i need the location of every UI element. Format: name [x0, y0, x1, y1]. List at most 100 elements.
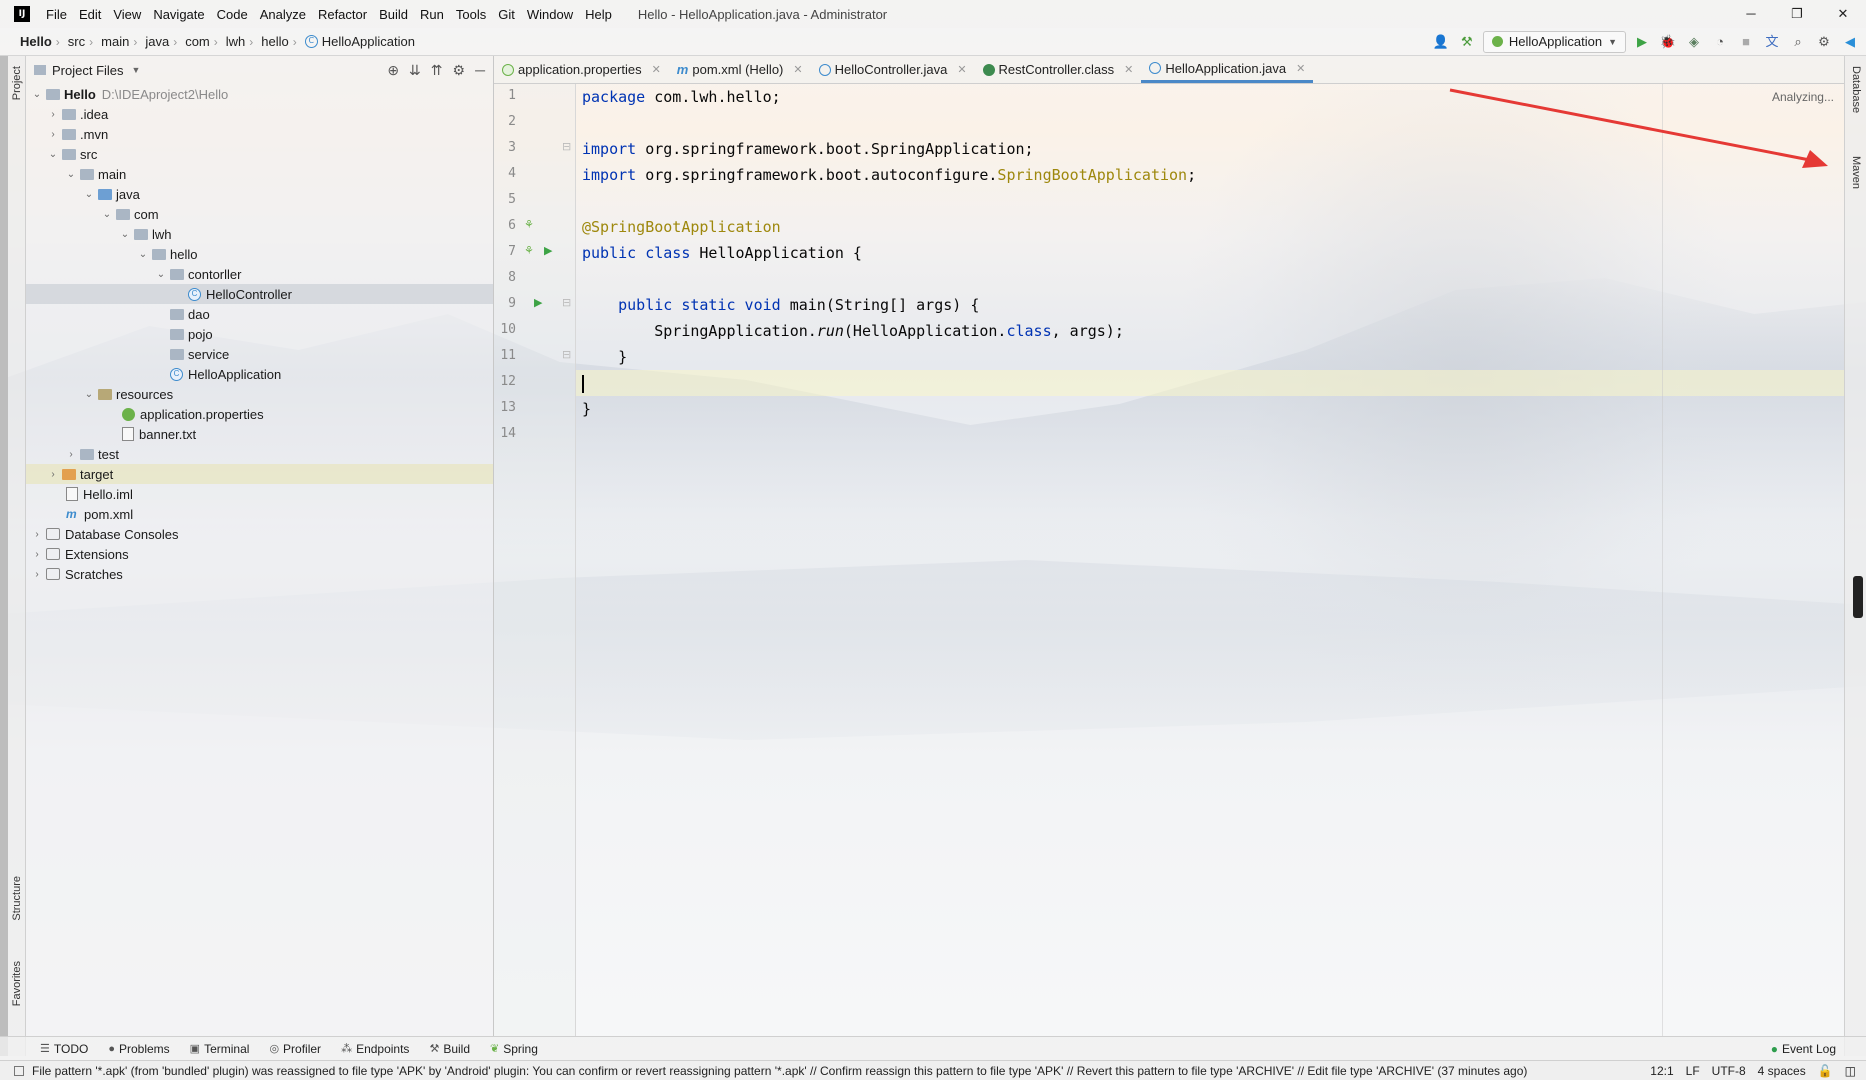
menu-navigate[interactable]: Navigate — [147, 7, 210, 22]
tree-item-hellocontroller[interactable]: C HelloController — [26, 284, 493, 304]
tree-item-service[interactable]: service — [26, 344, 493, 364]
tab-hellocontroller-java[interactable]: HelloController.java ✕ — [811, 56, 975, 83]
todo-tool-button[interactable]: ☰ TODO — [40, 1042, 88, 1056]
breadcrumb-src[interactable]: src — [62, 34, 87, 49]
chevron-down-icon[interactable]: ⌄ — [30, 89, 44, 100]
chevron-right-icon[interactable]: › — [30, 529, 44, 540]
chevron-down-icon[interactable]: ⌄ — [154, 269, 168, 280]
endpoints-tool-button[interactable]: ⁂ Endpoints — [341, 1042, 409, 1056]
close-icon[interactable]: ✕ — [793, 63, 802, 76]
build-hammer-icon[interactable]: ⚒ — [1457, 32, 1477, 52]
problems-tool-button[interactable]: ● Problems — [108, 1042, 169, 1056]
status-toggle-icon[interactable] — [14, 1065, 24, 1076]
translate-icon[interactable]: 文 — [1762, 32, 1782, 52]
tree-item-hello-iml[interactable]: Hello.iml — [26, 484, 493, 504]
menu-edit[interactable]: Edit — [73, 7, 107, 22]
editor-gutter[interactable]: 1 2 3 4 5 6 7 8 9 10 11 12 13 14 ⚘ ⚘ ▶ ▶… — [494, 84, 576, 1036]
chevron-down-icon[interactable]: ⌄ — [136, 249, 150, 260]
tree-item-dao[interactable]: dao — [26, 304, 493, 324]
menu-file[interactable]: File — [40, 7, 73, 22]
terminal-tool-button[interactable]: ▣ Terminal — [190, 1042, 250, 1056]
tree-item-banner-txt[interactable]: banner.txt — [26, 424, 493, 444]
chevron-down-icon[interactable]: ▼ — [132, 65, 141, 75]
breadcrumb-hello-package[interactable]: hello — [255, 34, 290, 49]
gear-icon[interactable]: ⚙ — [453, 62, 466, 79]
line-separator[interactable]: LF — [1686, 1064, 1700, 1078]
structure-tool-button[interactable]: Structure — [11, 876, 23, 921]
fold-icon[interactable]: ⊟ — [562, 348, 571, 361]
user-icon[interactable]: 👤 — [1431, 32, 1451, 52]
menu-analyze[interactable]: Analyze — [254, 7, 312, 22]
spring-bean-icon[interactable]: ⚘ — [524, 218, 534, 231]
menu-run[interactable]: Run — [414, 7, 450, 22]
menu-tools[interactable]: Tools — [450, 7, 492, 22]
breadcrumb-com[interactable]: com — [179, 34, 212, 49]
tree-item-mvn[interactable]: › .mvn — [26, 124, 493, 144]
caret-position[interactable]: 12:1 — [1650, 1064, 1673, 1078]
close-icon[interactable]: ✕ — [652, 63, 661, 76]
breadcrumb-hello[interactable]: Hello — [0, 34, 54, 49]
run-gutter-icon[interactable]: ▶ — [544, 244, 552, 257]
tree-item-extensions[interactable]: › Extensions — [26, 544, 493, 564]
chevron-down-icon[interactable]: ⌄ — [118, 229, 132, 240]
tab-helloapplication-java[interactable]: HelloApplication.java ✕ — [1141, 56, 1314, 83]
tree-item-test[interactable]: › test — [26, 444, 493, 464]
gear-icon[interactable]: ⚙ — [1814, 32, 1834, 52]
menu-build[interactable]: Build — [373, 7, 414, 22]
profiler-tool-button[interactable]: ◎ Profiler — [269, 1042, 321, 1056]
tree-item-hello[interactable]: ⌄ hello — [26, 244, 493, 264]
close-window-button[interactable]: ✕ — [1820, 6, 1866, 22]
tree-item-main[interactable]: ⌄ main — [26, 164, 493, 184]
memory-indicator-icon[interactable]: ◫ — [1845, 1064, 1856, 1078]
locate-icon[interactable]: ⊕ — [387, 62, 399, 79]
coverage-icon[interactable]: ◈ — [1684, 32, 1704, 52]
menu-code[interactable]: Code — [211, 7, 254, 22]
menu-window[interactable]: Window — [521, 7, 579, 22]
tab-restcontroller-class[interactable]: RestController.class ✕ — [975, 56, 1142, 83]
tree-item-contorller[interactable]: ⌄ contorller — [26, 264, 493, 284]
stop-icon[interactable]: ■ — [1736, 32, 1756, 52]
debug-icon[interactable]: 🐞 — [1658, 32, 1678, 52]
breadcrumb-java[interactable]: java — [139, 34, 171, 49]
spring-bean-icon[interactable]: ⚘ — [524, 244, 534, 257]
restore-button[interactable]: ❐ — [1774, 6, 1820, 22]
tree-item-target[interactable]: › target — [26, 464, 493, 484]
tree-item-resources[interactable]: ⌄ resources — [26, 384, 493, 404]
tree-item-src[interactable]: ⌄ src — [26, 144, 493, 164]
chevron-right-icon[interactable]: › — [30, 569, 44, 580]
run-gutter-icon[interactable]: ▶ — [534, 296, 542, 309]
collapse-all-icon[interactable]: ⇈ — [431, 62, 443, 79]
chevron-down-icon[interactable]: ⌄ — [100, 209, 114, 220]
tree-item-idea[interactable]: › .idea — [26, 104, 493, 124]
fold-icon[interactable]: ⊟ — [562, 140, 571, 153]
close-icon[interactable]: ✕ — [1296, 62, 1305, 75]
tree-item-helloapplication[interactable]: C HelloApplication — [26, 364, 493, 384]
tree-item-pom-xml[interactable]: m pom.xml — [26, 504, 493, 524]
chevron-right-icon[interactable]: › — [64, 449, 78, 460]
chevron-down-icon[interactable]: ⌄ — [82, 189, 96, 200]
project-tool-button[interactable]: Project — [11, 66, 23, 100]
tree-item-pojo[interactable]: pojo — [26, 324, 493, 344]
tree-item-application-properties[interactable]: application.properties — [26, 404, 493, 424]
chevron-down-icon[interactable]: ⌄ — [82, 389, 96, 400]
build-tool-button[interactable]: ⚒ Build — [429, 1042, 470, 1056]
menu-git[interactable]: Git — [492, 7, 521, 22]
file-encoding[interactable]: UTF-8 — [1712, 1064, 1746, 1078]
maven-tool-button[interactable]: Maven — [1850, 156, 1862, 189]
close-icon[interactable]: ✕ — [1124, 63, 1133, 76]
breadcrumb-helloapplication[interactable]: C HelloApplication — [299, 34, 417, 49]
indent-setting[interactable]: 4 spaces — [1758, 1064, 1806, 1078]
tab-pom-xml[interactable]: m pom.xml (Hello) ✕ — [669, 56, 811, 83]
tree-item-scratches[interactable]: › Scratches — [26, 564, 493, 584]
run-configuration-selector[interactable]: HelloApplication ▼ — [1482, 30, 1626, 53]
database-tool-button[interactable]: Database — [1850, 66, 1862, 113]
chevron-right-icon[interactable]: › — [46, 109, 60, 120]
expand-all-icon[interactable]: ⇊ — [409, 62, 421, 79]
lock-icon[interactable]: 🔓 — [1818, 1064, 1833, 1078]
tree-item-java[interactable]: ⌄ java — [26, 184, 493, 204]
code-editor[interactable]: package com.lwh.hello; import org.spring… — [576, 84, 1844, 1036]
chevron-down-icon[interactable]: ⌄ — [64, 169, 78, 180]
project-view-selector[interactable]: Project Files — [52, 63, 124, 78]
chevron-right-icon[interactable]: › — [46, 129, 60, 140]
chevron-right-icon[interactable]: › — [46, 469, 60, 480]
